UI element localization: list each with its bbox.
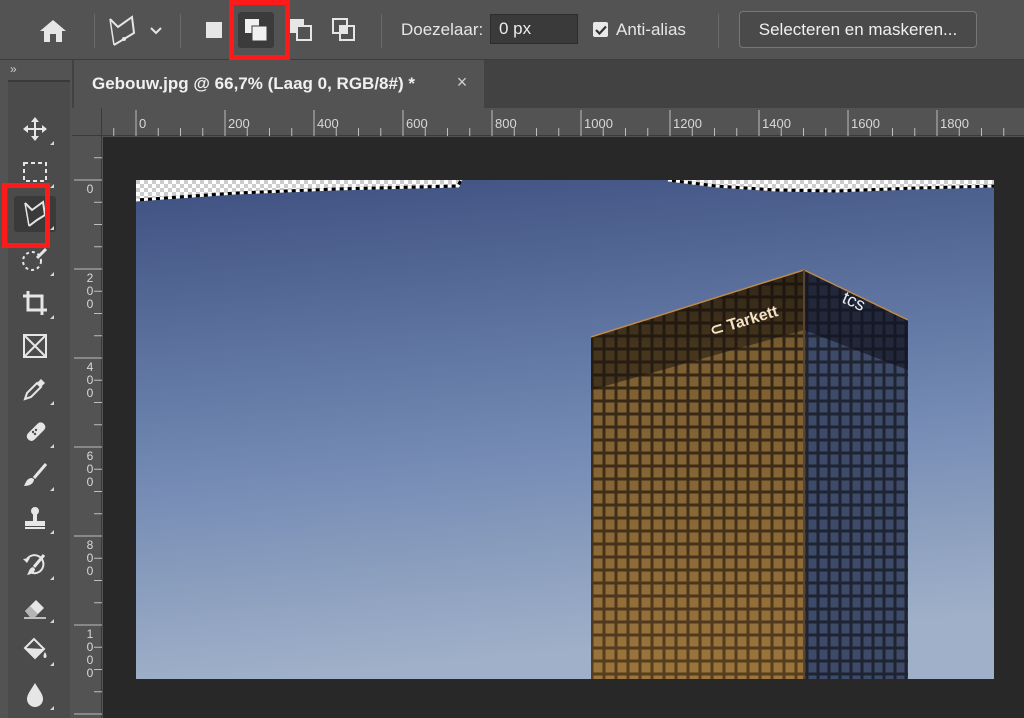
frame-tool[interactable] xyxy=(14,328,56,364)
close-tab-icon[interactable]: × xyxy=(452,72,472,92)
magnetic-lasso-tool[interactable] xyxy=(14,196,56,232)
subtract-from-selection-button[interactable] xyxy=(283,12,319,48)
feather-label: Doezelaar: xyxy=(401,20,484,39)
select-and-mask-button[interactable]: Selecteren en maskeren... xyxy=(739,11,977,48)
horizontal-ruler[interactable] xyxy=(72,108,1024,136)
ruler-label: 600 xyxy=(86,449,94,489)
intersect-with-selection-icon xyxy=(332,18,355,41)
brush-tool[interactable] xyxy=(14,457,56,493)
home-button[interactable] xyxy=(28,12,78,50)
tool-preset-picker[interactable] xyxy=(104,12,170,50)
ruler-label: 1000 xyxy=(86,627,94,680)
home-icon xyxy=(40,20,66,42)
quick-selection-icon xyxy=(22,247,48,271)
crop-icon xyxy=(23,291,47,315)
paint-bucket-tool[interactable] xyxy=(14,632,56,668)
spot-healing-tool[interactable] xyxy=(14,414,56,450)
stamp-icon xyxy=(25,507,45,529)
clone-stamp-tool[interactable] xyxy=(14,500,56,536)
options-separator xyxy=(180,14,181,48)
ruler-label: 1000 xyxy=(584,116,613,131)
ruler-label: 1600 xyxy=(851,116,880,131)
document-tab[interactable]: Gebouw.jpg @ 66,7% (Laag 0, RGB/8#) * xyxy=(74,60,484,108)
magnetic-lasso-icon xyxy=(109,15,136,46)
antialias-label: Anti-alias xyxy=(616,20,686,39)
new-selection-icon xyxy=(206,22,222,38)
ruler-label: 800 xyxy=(495,116,517,131)
ruler-label: 400 xyxy=(86,360,94,400)
frame-icon xyxy=(23,334,47,358)
ruler-label: 800 xyxy=(86,538,94,578)
intersect-with-selection-button[interactable] xyxy=(326,12,362,48)
ruler-label: 0 xyxy=(139,116,147,131)
ruler-label: 1200 xyxy=(673,116,702,131)
rectangular-marquee-tool[interactable] xyxy=(14,154,56,190)
chevron-down-icon xyxy=(150,27,162,35)
move-tool[interactable] xyxy=(14,111,56,147)
options-bar: Doezelaar: Anti-alias Selecteren en mask… xyxy=(0,0,1024,60)
magnetic-lasso-icon xyxy=(24,200,47,227)
photoshop-window: Doezelaar: Anti-alias Selecteren en mask… xyxy=(0,0,1024,718)
history-brush-tool[interactable] xyxy=(14,546,56,582)
move-icon xyxy=(23,117,47,141)
feather-input[interactable] xyxy=(490,14,578,44)
options-separator xyxy=(381,14,382,48)
ruler-label: 0 xyxy=(86,182,94,196)
ruler-label: 1400 xyxy=(762,116,791,131)
ruler-label: 200 xyxy=(228,116,250,131)
ruler-label: 1800 xyxy=(940,116,969,131)
eyedropper-icon xyxy=(23,379,45,401)
new-selection-button[interactable] xyxy=(196,12,232,48)
checkmark-icon xyxy=(594,25,607,35)
quick-selection-tool[interactable] xyxy=(14,242,56,278)
ruler-origin[interactable] xyxy=(72,108,102,136)
antialias-checkbox[interactable] xyxy=(593,22,608,37)
paint-bucket-icon xyxy=(23,637,47,660)
crop-tool[interactable] xyxy=(14,285,56,321)
building-photo: ⊂ Tarkett tcs xyxy=(136,180,994,679)
brush-icon xyxy=(24,463,48,486)
add-to-selection-button[interactable] xyxy=(238,12,274,48)
ruler-label: 600 xyxy=(406,116,428,131)
history-brush-icon xyxy=(23,554,46,575)
eraser-tool[interactable] xyxy=(14,589,56,625)
subtract-from-selection-icon xyxy=(290,19,312,41)
bandage-icon xyxy=(26,422,46,441)
eyedropper-tool[interactable] xyxy=(14,371,56,407)
ruler-ticks xyxy=(113,110,1005,136)
ruler-label: 200 xyxy=(86,271,94,311)
blur-tool[interactable] xyxy=(14,676,56,712)
toolbar-collapse-button[interactable]: » xyxy=(10,62,70,78)
add-to-selection-icon xyxy=(245,19,268,42)
document-canvas[interactable]: ⊂ Tarkett tcs xyxy=(136,180,994,679)
options-separator xyxy=(94,14,95,48)
rectangular-marquee-icon xyxy=(23,162,47,182)
ruler-label: 400 xyxy=(317,116,339,131)
droplet-icon xyxy=(27,683,43,707)
eraser-icon xyxy=(24,600,46,619)
options-separator xyxy=(718,14,719,48)
